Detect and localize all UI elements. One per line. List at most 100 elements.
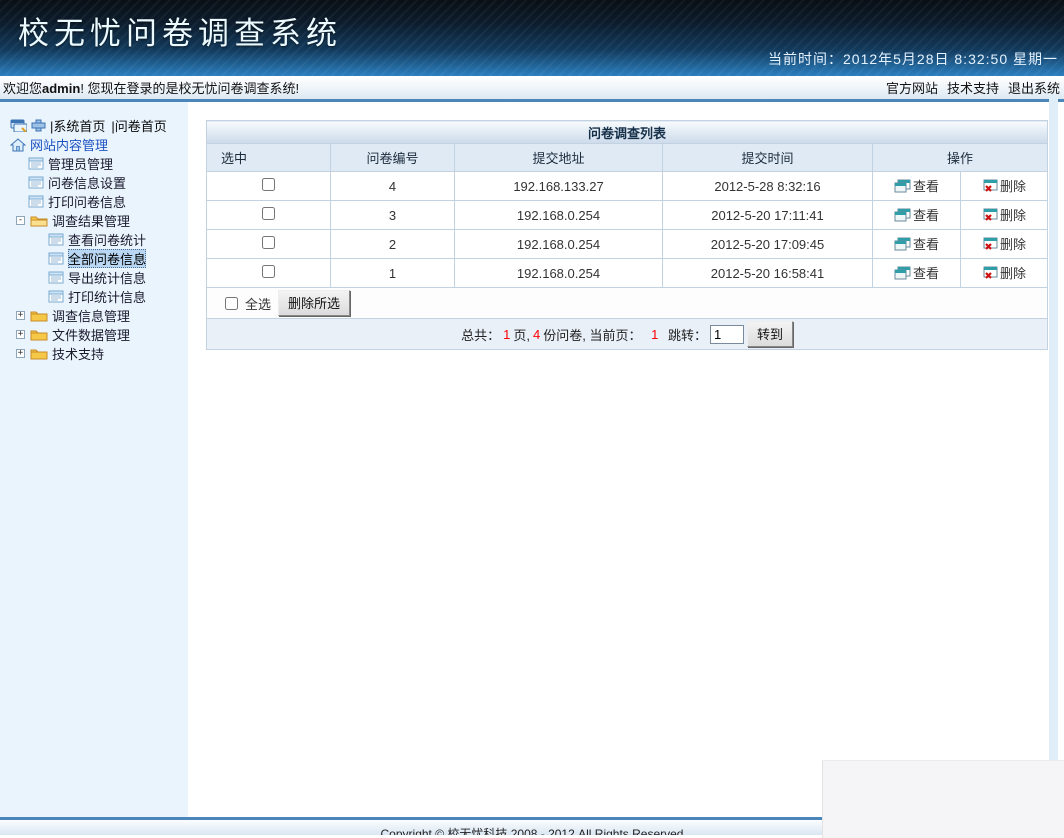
sidebar-item-tech-support[interactable]: 技术支持 <box>52 344 104 363</box>
delete-window-icon <box>982 237 998 251</box>
delete-window-icon <box>982 208 998 222</box>
table-row: 2 192.168.0.254 2012-5-20 17:09:45 查看 删除 <box>207 230 1048 259</box>
document-icon <box>48 233 64 246</box>
view-window-icon <box>894 179 911 193</box>
folder-icon <box>30 309 48 322</box>
document-icon <box>28 157 44 170</box>
app-title: 校无忧问卷调查系统 <box>18 8 342 53</box>
view-button[interactable]: 查看 <box>894 176 939 195</box>
sidebar-item-file-mgmt[interactable]: 文件数据管理 <box>52 325 130 344</box>
sidebar-item-survey-settings[interactable]: 问卷信息设置 <box>48 173 126 192</box>
expand-icon[interactable]: + <box>16 311 25 320</box>
tech-support-link[interactable]: 技术支持 <box>947 78 999 97</box>
sidebar-item-admin-mgmt[interactable]: 管理员管理 <box>48 154 113 173</box>
survey-number: 2 <box>331 230 455 259</box>
nav-tree: |系统首页 |问卷首页 网站内容管理 管理员管理 <box>0 116 188 363</box>
row-checkbox[interactable] <box>262 178 275 191</box>
pagination-total-label: 总共： <box>461 325 500 344</box>
table-row: 3 192.168.0.254 2012-5-20 17:11:41 查看 删除 <box>207 201 1048 230</box>
sidebar-item-survey-home[interactable]: |问卷首页 <box>111 116 166 135</box>
folder-open-icon <box>30 214 48 227</box>
sidebar-item-result-mgmt[interactable]: 调查结果管理 <box>52 211 130 230</box>
go-button[interactable]: 转到 <box>747 321 793 347</box>
pagination-row: 总共：1页, 4份问卷, 当前页： 1 跳转： 转到 <box>207 319 1048 350</box>
current-time-label: 当前时间： <box>768 51 843 67</box>
sidebar-item-view-stats[interactable]: 查看问卷统计 <box>68 230 146 249</box>
sidebar-item-row: 全部问卷信息 <box>0 249 188 268</box>
sidebar-item-row: 打印问卷信息 <box>0 192 188 211</box>
sidebar-item-row: 管理员管理 <box>0 154 188 173</box>
view-button[interactable]: 查看 <box>894 263 939 282</box>
sidebar-item-row: 导出统计信息 <box>0 268 188 287</box>
row-checkbox[interactable] <box>262 265 275 278</box>
pagination-count-suffix: 份问卷, 当前页： <box>543 325 641 344</box>
row-checkbox[interactable] <box>262 207 275 220</box>
sidebar-item-row: 查看问卷统计 <box>0 230 188 249</box>
sidebar-home-row: |系统首页 |问卷首页 <box>0 116 188 135</box>
view-label: 查看 <box>913 176 939 195</box>
delete-button[interactable]: 删除 <box>982 205 1026 224</box>
username: admin <box>42 81 80 96</box>
sidebar-item-row: 打印统计信息 <box>0 287 188 306</box>
folder-icon <box>30 328 48 341</box>
current-time: 当前时间：2012年5月28日 8:32:50 星期一 <box>768 49 1058 69</box>
view-label: 查看 <box>913 263 939 282</box>
sidebar-item-print-stats[interactable]: 打印统计信息 <box>68 287 146 306</box>
collapse-icon[interactable]: - <box>16 216 25 225</box>
pagination-page-count: 1 <box>503 327 510 342</box>
delete-button[interactable]: 删除 <box>982 176 1026 195</box>
delete-window-icon <box>982 266 998 280</box>
select-all-checkbox[interactable] <box>225 297 238 310</box>
submit-ip: 192.168.0.254 <box>455 230 663 259</box>
pagination-survey-count: 4 <box>533 327 540 342</box>
sidebar-folder-row: + 文件数据管理 <box>0 325 188 344</box>
sidebar-item-all-surveys-selected[interactable]: 全部问卷信息 <box>68 249 146 268</box>
sidebar-item-system-home[interactable]: |系统首页 <box>50 116 105 135</box>
survey-number: 1 <box>331 259 455 288</box>
document-icon <box>28 176 44 189</box>
sidebar-item-row: 问卷信息设置 <box>0 173 188 192</box>
page: 校无忧问卷调查系统 当前时间：2012年5月28日 8:32:50 星期一 欢迎… <box>0 0 1064 838</box>
main-area: 问卷调查列表 选中 问卷编号 提交地址 提交时间 操作 4 192.168.13… <box>188 102 1064 817</box>
delete-label: 删除 <box>1000 176 1026 195</box>
view-window-icon <box>894 208 911 222</box>
plus-tool-icon <box>31 119 46 132</box>
copyright-text: Copyright © 校无忧科技 2008 - 2012 All Rights… <box>381 827 684 835</box>
welcome-text: 欢迎您admin! 您现在登录的是校无忧问卷调查系统! <box>3 78 299 97</box>
sidebar-item-print-survey[interactable]: 打印问卷信息 <box>48 192 126 211</box>
expand-icon[interactable]: + <box>16 349 25 358</box>
view-window-icon <box>894 237 911 251</box>
delete-selected-button[interactable]: 删除所选 <box>278 290 350 316</box>
sidebar-item-export-stats[interactable]: 导出统计信息 <box>68 268 146 287</box>
table-title: 问卷调查列表 <box>207 121 1048 144</box>
jump-page-input[interactable] <box>710 325 744 344</box>
top-banner: 校无忧问卷调查系统 当前时间：2012年5月28日 8:32:50 星期一 <box>0 0 1064 76</box>
welcome-bar: 欢迎您admin! 您现在登录的是校无忧问卷调查系统! 官方网站 技术支持 退出… <box>0 76 1064 102</box>
document-icon <box>48 290 64 303</box>
submit-time: 2012-5-20 17:09:45 <box>663 230 873 259</box>
welcome-suffix: ! 您现在登录的是校无忧问卷调查系统! <box>80 81 299 96</box>
pagination: 总共：1页, 4份问卷, 当前页： 1 跳转： 转到 <box>461 321 793 347</box>
official-site-link[interactable]: 官方网站 <box>886 78 938 97</box>
document-icon <box>48 252 64 265</box>
delete-label: 删除 <box>1000 263 1026 282</box>
view-button[interactable]: 查看 <box>894 234 939 253</box>
sidebar-item-site-content[interactable]: 网站内容管理 <box>30 135 108 154</box>
survey-table: 问卷调查列表 选中 问卷编号 提交地址 提交时间 操作 4 192.168.13… <box>206 120 1048 350</box>
sidebar-root: 网站内容管理 <box>0 135 188 154</box>
pagination-pages-suffix: 页, <box>513 325 530 344</box>
expand-icon[interactable]: + <box>16 330 25 339</box>
home-icon <box>10 138 26 152</box>
select-all-row: 全选 删除所选 <box>207 288 1048 319</box>
submit-ip: 192.168.133.27 <box>455 172 663 201</box>
current-time-value: 2012年5月28日 8:32:50 星期一 <box>843 51 1058 67</box>
view-button[interactable]: 查看 <box>894 205 939 224</box>
submit-time: 2012-5-28 8:32:16 <box>663 172 873 201</box>
sidebar-item-info-mgmt[interactable]: 调查信息管理 <box>52 306 130 325</box>
delete-button[interactable]: 删除 <box>982 234 1026 253</box>
document-icon <box>48 271 64 284</box>
scrollbar-track[interactable] <box>1049 95 1058 760</box>
view-label: 查看 <box>913 234 939 253</box>
row-checkbox[interactable] <box>262 236 275 249</box>
delete-button[interactable]: 删除 <box>982 263 1026 282</box>
